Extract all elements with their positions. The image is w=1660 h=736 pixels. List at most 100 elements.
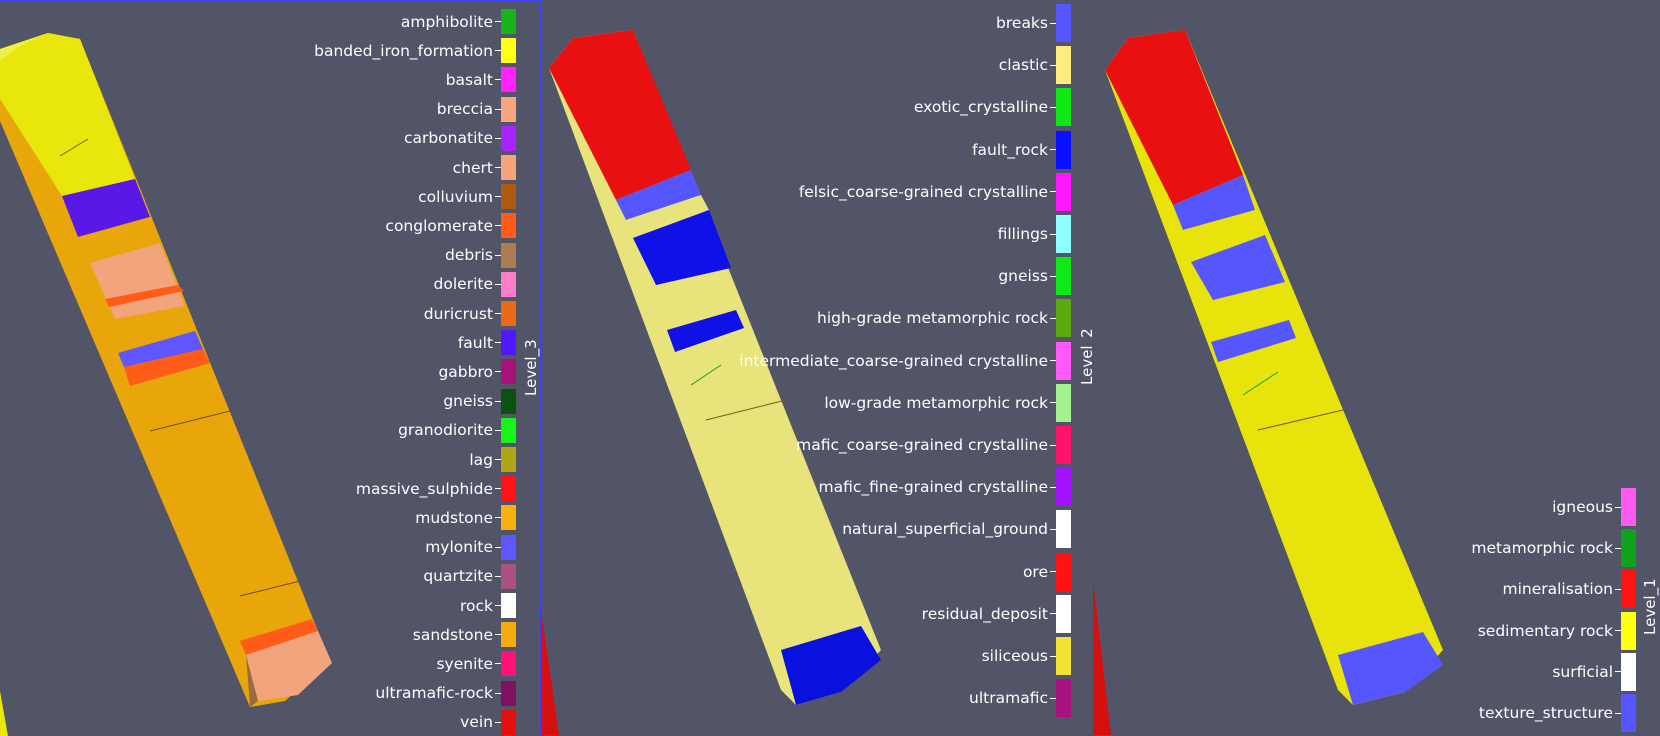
legend-entry: conglomerate: [385, 216, 501, 236]
legend-swatch: [1621, 570, 1636, 609]
legend-label: mudstone: [415, 508, 493, 527]
legend-title: Level_2: [1078, 328, 1094, 385]
legend-tick: [1050, 149, 1056, 151]
legend-entry: igneous: [1552, 497, 1621, 517]
legend-entry: ore: [1023, 562, 1056, 582]
legend-tick: [1050, 64, 1056, 66]
legend-swatch: [501, 505, 516, 531]
legend-label: ultramafic-rock: [375, 684, 493, 703]
legend-label: siliceous: [981, 647, 1048, 665]
legend-swatch: [1056, 4, 1071, 42]
legend-entry: vein: [460, 712, 501, 732]
legend-label: duricrust: [423, 304, 493, 323]
legend-label: dolerite: [433, 275, 493, 294]
legend-entry: breaks: [996, 13, 1056, 33]
legend-swatch: [1056, 383, 1071, 422]
legend-entry: dolerite: [434, 274, 501, 294]
legend-label: chert: [452, 158, 493, 177]
legend-tick: [495, 663, 501, 665]
legend-swatch: [1056, 257, 1071, 296]
legend-label: conglomerate: [385, 216, 493, 235]
legend-entry: texture_structure: [1479, 703, 1621, 723]
legend-tick: [1050, 191, 1056, 193]
legend-level-1: igneous metamorphic rock mineralisation sed…: [1093, 0, 1660, 735]
legend-label: amphibolite: [400, 12, 493, 31]
legend-tick: [495, 196, 501, 198]
legend-entry: exotic_crystalline: [914, 97, 1056, 117]
legend-label: high-grade metamorphic rock: [817, 309, 1048, 328]
legend-level-3: amphibolite banded_iron_formationbasalt br…: [0, 1, 540, 736]
legend-tick: [1050, 655, 1056, 657]
legend-swatch: [1621, 529, 1636, 568]
legend-swatch: [1056, 130, 1071, 169]
legend-level-2: breaks clastic exotic_crystalline fault_roc…: [541, 0, 1094, 735]
legend-tick: [1615, 547, 1621, 549]
legend-swatch: [501, 242, 516, 268]
legend-entry: sandstone: [413, 625, 501, 645]
legend-tick: [1050, 486, 1056, 488]
legend-entry: basalt: [446, 70, 501, 90]
legend-swatch: [501, 38, 516, 64]
legend-swatch: [1056, 215, 1071, 253]
legend-tick: [495, 167, 501, 168]
legend-entry: lag: [469, 450, 501, 470]
legend-tick: [1615, 506, 1621, 508]
legend-tick: [495, 429, 501, 431]
legend-label: fillings: [997, 225, 1048, 243]
legend-entry: chert: [453, 158, 501, 178]
legend-swatch: [501, 359, 516, 385]
legend-swatch: [501, 593, 516, 618]
legend-tick: [1050, 275, 1056, 277]
legend-entry: sedimentary rock: [1478, 621, 1621, 641]
legend-tick: [1050, 360, 1056, 362]
legend-tick: [1050, 317, 1056, 319]
legend-entry: natural_superficial_ground: [842, 519, 1056, 539]
legend-entry: high-grade metamorphic rock: [817, 308, 1056, 328]
legend-swatch: [1056, 679, 1071, 718]
legend-entry: mafic_fine-grained crystalline: [819, 477, 1056, 497]
legend-entry: clastic: [999, 55, 1056, 75]
legend-tick: [495, 517, 501, 519]
legend-tick: [495, 342, 501, 344]
legend-swatch: [501, 301, 516, 326]
legend-entry: siliceous: [982, 646, 1056, 666]
legend-tick: [495, 546, 501, 548]
legend-tick: [1050, 571, 1056, 573]
legend-entry: fillings: [998, 224, 1056, 244]
legend-tick: [495, 79, 501, 81]
legend-tick: [495, 634, 501, 636]
legend-swatch: [1621, 611, 1636, 650]
legend-entry: intermediate_coarse-grained crystalline: [739, 351, 1056, 371]
viewport-level-2[interactable]: breaks clastic exotic_crystalline fault_roc…: [540, 0, 1094, 736]
legend-swatch: [501, 330, 516, 356]
legend-entry: banded_iron_formation: [314, 41, 501, 61]
legend-label: felsic_coarse-grained crystalline: [798, 182, 1048, 201]
legend-label: debris: [445, 246, 493, 265]
legend-swatch: [1621, 694, 1636, 732]
legend-title: Level_1: [1641, 578, 1659, 635]
legend-swatch: [501, 271, 516, 297]
viewport-level-1[interactable]: igneous metamorphic rock mineralisation sed…: [1093, 0, 1660, 735]
legend-swatch: [501, 213, 516, 239]
legend-swatch: [1621, 488, 1636, 526]
legend-tick: [1050, 22, 1056, 24]
legend-swatch: [1056, 172, 1071, 211]
legend-label: residual_deposit: [921, 604, 1048, 623]
legend-tick: [495, 254, 501, 256]
legend-entry: breccia: [437, 99, 501, 119]
legend-tick: [495, 137, 501, 139]
legend-entry: massive_sulphide: [356, 479, 501, 499]
legend-tick: [1050, 106, 1056, 108]
legend-label: syenite: [436, 654, 493, 673]
legend-entry: quartzite: [423, 566, 501, 586]
legend-entry: surficial: [1552, 662, 1621, 682]
legend-entry: residual_deposit: [922, 604, 1056, 624]
legend-label: carbonatite: [403, 129, 493, 148]
viewport-level-3[interactable]: amphibolite banded_iron_formationbasalt br…: [0, 0, 540, 736]
legend-swatch: [1056, 468, 1071, 507]
legend-tick: [495, 692, 501, 694]
legend-entry: metamorphic rock: [1471, 538, 1621, 558]
legend-swatch: [501, 447, 516, 472]
legend-label: breccia: [436, 100, 493, 119]
legend-entry: mylonite: [425, 537, 501, 557]
